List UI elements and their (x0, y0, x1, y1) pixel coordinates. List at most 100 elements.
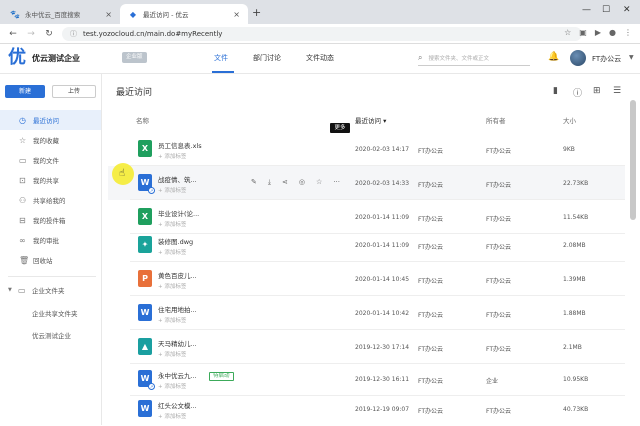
table-row[interactable]: W ↗ 战疫情、筑... + 添加标签 ✎ ⤓ ⋖ ◎ ☆ ··· 2020-0… (108, 166, 625, 200)
add-tag-link[interactable]: + 添加标签 (158, 412, 186, 420)
preview-icon[interactable]: ◎ (299, 178, 305, 187)
browser-tab-yozo[interactable]: ◆ 最近访问 - 优云 × (120, 4, 248, 24)
list-view-icon[interactable]: ☰ (613, 86, 621, 96)
table-row[interactable]: X 员工信息表.xls + 添加标签 2020-02-03 14:17 FT办公… (108, 132, 625, 166)
scrollbar[interactable] (630, 100, 636, 220)
user-name[interactable]: FT办公云 (592, 54, 621, 64)
grid-view-icon[interactable]: ⊞ (593, 86, 601, 96)
edit-icon[interactable]: ✎ (251, 178, 257, 187)
bookmark-icon[interactable]: ▮ (553, 86, 558, 96)
yozo-cloud-icon: ◆ (129, 9, 137, 19)
table-row[interactable]: ✦ 装修图.dwg + 添加标签 2020-01-14 11:09 FT办公云 … (108, 228, 625, 262)
last-visitor: FT办公云 (418, 244, 444, 251)
nav-files[interactable]: 文件 (214, 53, 228, 63)
media-icon[interactable]: ▶ (595, 28, 601, 37)
download-icon[interactable]: ⤓ (268, 178, 271, 187)
sidebar-item-label: 企业文件夹 (32, 287, 65, 295)
file-name[interactable]: 永中优云九... (158, 370, 197, 380)
sort-down-icon: ▾ (381, 117, 387, 125)
window-close-icon[interactable]: ✕ (623, 5, 631, 15)
add-tag-link[interactable]: + 添加标签 (158, 382, 186, 390)
extension-icon[interactable]: ▣ (579, 28, 587, 37)
table-row[interactable]: W ↗ 永中优云九... 待启动 + 添加标签 2019-12-30 16:11… (108, 362, 625, 396)
chevron-down-icon[interactable]: ▼ (629, 54, 634, 61)
powerpoint-file-icon: P (138, 270, 152, 287)
sidebar-item-label: 我的投件箱 (33, 217, 66, 225)
minimize-icon[interactable]: — (582, 5, 591, 15)
search-input[interactable]: ⌕ 搜索文件夹、文件或正文 (418, 50, 530, 66)
close-icon[interactable]: × (105, 10, 112, 19)
file-icon: ▭ (19, 155, 27, 165)
file-name[interactable]: 毕业设计(论... (158, 208, 199, 218)
file-name[interactable]: 战疫情、筑... (158, 174, 197, 184)
shared-icon: ⚇ (19, 195, 27, 205)
avatar[interactable] (570, 50, 586, 66)
search-placeholder: 搜索文件夹、文件或正文 (428, 55, 489, 62)
sidebar-item-my-shares[interactable]: ⊡ 我的共享 (0, 170, 101, 190)
sidebar-item-label: 我的共享 (33, 177, 59, 185)
add-tag-link[interactable]: + 添加标签 (158, 316, 186, 324)
back-icon[interactable]: ← (8, 29, 18, 39)
favorite-star-icon[interactable]: ☆ (316, 178, 322, 187)
file-name[interactable]: 天马精幼儿... (158, 338, 197, 348)
info-icon: ⓘ (70, 30, 77, 38)
file-name[interactable]: 装修图.dwg (158, 236, 193, 246)
add-tag-link[interactable]: + 添加标签 (158, 282, 186, 290)
sidebar-item-my-files[interactable]: ▭ 我的文件 (0, 150, 101, 170)
recent-date: 2019-12-19 09:07 (355, 406, 410, 413)
bookmark-star-icon[interactable]: ☆ (564, 28, 571, 37)
baidu-icon: 🐾 (10, 9, 20, 19)
file-name[interactable]: 员工信息表.xls (158, 140, 202, 150)
sidebar-item-approval[interactable]: ∞ 我的审批 (0, 230, 101, 250)
add-tag-link[interactable]: + 添加标签 (158, 220, 186, 228)
sidebar-item-favorites[interactable]: ☆ 我的收藏 (0, 130, 101, 150)
add-tag-link[interactable]: + 添加标签 (158, 248, 186, 256)
app-header: 优 优云测试企业 企业版 文件 部门讨论 文件动态 ⌕ 搜索文件夹、文件或正文 … (0, 44, 640, 74)
nav-activity[interactable]: 文件动态 (306, 53, 334, 63)
url-field[interactable]: ⓘ test.yozocloud.cn/main.do#myRecently (62, 27, 582, 41)
sidebar-sub-company[interactable]: 优云测试企业 (32, 330, 71, 340)
add-tag-link[interactable]: + 添加标签 (158, 350, 186, 358)
nav-department[interactable]: 部门讨论 (253, 53, 281, 63)
sidebar-item-enterprise[interactable]: ▼ ▭ 企业文件夹 (0, 280, 101, 300)
reload-icon[interactable]: ↻ (44, 29, 54, 39)
new-button[interactable]: 新建 (5, 85, 45, 98)
sidebar-sub-enterprise-shared[interactable]: 企业共享文件夹 (32, 308, 78, 318)
column-header-name[interactable]: 名称 (136, 115, 149, 125)
add-tag-link[interactable]: + 添加标签 (158, 186, 186, 194)
file-name[interactable]: 住宅用地拍... (158, 304, 197, 314)
table-row[interactable]: P 黄色百皮儿... + 添加标签 2020-01-14 10:45 FT办公云… (108, 262, 625, 296)
menu-icon[interactable]: ⋮ (624, 28, 632, 37)
column-header-owner[interactable]: 所有者 (486, 115, 506, 125)
file-name[interactable]: 黄色百皮儿... (158, 270, 197, 280)
sidebar-item-inbox[interactable]: ⊟ 我的投件箱 (0, 210, 101, 230)
close-icon[interactable]: × (233, 10, 240, 19)
upload-button[interactable]: 上传 (52, 85, 96, 98)
add-tag-link[interactable]: + 添加标签 (158, 152, 186, 160)
browser-tab-baidu[interactable]: 🐾 永中优云_百度搜索 × (2, 4, 120, 24)
sidebar-item-trash[interactable]: 🗑 回收站 (0, 250, 101, 270)
info-icon[interactable]: ⓘ (573, 86, 582, 99)
more-icon[interactable]: ··· (333, 178, 340, 187)
forward-icon[interactable]: → (26, 29, 36, 39)
table-row[interactable]: ▲ 天马精幼儿... + 添加标签 2019-12-30 17:14 FT办公云… (108, 330, 625, 364)
new-tab-icon[interactable]: + (252, 6, 261, 19)
profile-icon[interactable]: ● (609, 28, 616, 37)
sidebar-divider (8, 276, 96, 277)
table-row[interactable]: W 住宅用地拍... + 添加标签 2020-01-14 10:42 FT办公云… (108, 296, 625, 330)
share-icon: ⊡ (19, 175, 26, 185)
address-bar: ← → ↻ ⓘ test.yozocloud.cn/main.do#myRece… (0, 24, 640, 44)
file-size: 1.88MB (563, 310, 586, 317)
share-icon[interactable]: ⋖ (282, 178, 288, 187)
sidebar-item-recent[interactable]: ◷ 最近访问 (0, 110, 101, 130)
column-header-recent[interactable]: 最近访问 ▾ (355, 115, 386, 125)
maximize-icon[interactable]: ☐ (602, 5, 610, 15)
recent-date: 2020-01-14 11:09 (355, 214, 410, 221)
table-row[interactable]: W 红头公文模... + 添加标签 2019-12-19 09:07 FT办公云… (108, 392, 625, 426)
sidebar-item-shared-with-me[interactable]: ⚇ 共享给我的 (0, 190, 101, 210)
recent-date: 2020-01-14 10:45 (355, 276, 410, 283)
column-header-size[interactable]: 大小 (563, 115, 576, 125)
bell-icon[interactable]: 🔔 (548, 52, 559, 62)
last-visitor: FT办公云 (418, 408, 444, 415)
file-name[interactable]: 红头公文模... (158, 400, 197, 410)
